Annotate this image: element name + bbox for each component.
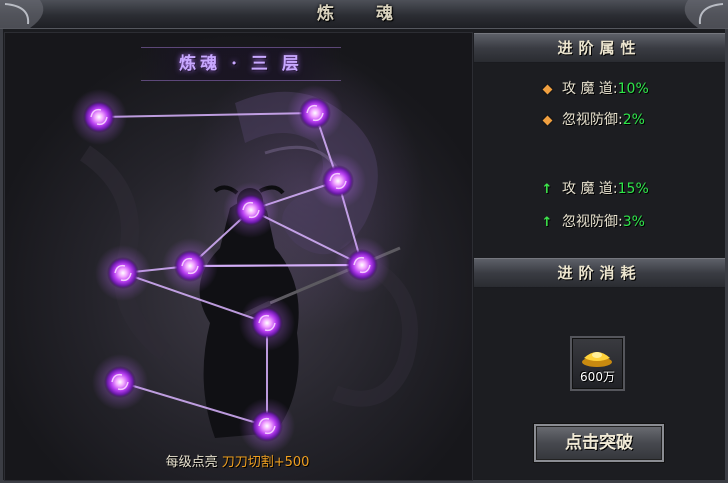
breakthrough-button[interactable]: 点击突破: [534, 424, 664, 462]
window-title: 炼 魂: [317, 4, 411, 24]
soul-node-graph: [71, 85, 390, 454]
soul-node[interactable]: [239, 295, 295, 351]
advance-cost-title: 进阶消耗: [557, 264, 642, 282]
side-panel: [474, 32, 725, 479]
orange-diamond-icon: [540, 110, 554, 130]
item-quantity: 600万: [580, 370, 615, 384]
soul-node[interactable]: [162, 238, 218, 294]
node-link: [98, 112, 316, 118]
orange-diamond-icon: [540, 79, 554, 99]
bonus-value: 刀刀切割+500: [221, 455, 310, 470]
soul-node[interactable]: [334, 237, 390, 293]
current-stat-attack: 攻 魔 道:10%: [540, 79, 649, 99]
current-stat-ignore-defense: 忽视防御:2%: [540, 110, 645, 130]
bonus-prefix: 每级点亮: [165, 455, 218, 470]
green-up-arrow-icon: ↑: [541, 215, 553, 230]
advance-cost-header: 进阶消耗: [474, 258, 725, 288]
soul-node[interactable]: [239, 398, 295, 454]
title-bar: 炼 魂: [0, 0, 728, 29]
level-bonus-text: 每级点亮 刀刀切割+500: [0, 452, 475, 474]
layer-banner: 炼魂 · 三 层: [141, 47, 341, 81]
next-stat-attack: ↑ 攻 魔 道:15%: [540, 179, 649, 199]
advance-attributes-header: 进阶属性: [474, 33, 725, 63]
soul-node[interactable]: [92, 354, 148, 410]
soul-node[interactable]: [95, 245, 151, 301]
next-stat-ignore-defense: ↑ 忽视防御:3%: [540, 212, 645, 232]
soul-node[interactable]: [71, 89, 127, 145]
soul-refine-panel: 炼魂 · 三 层: [4, 32, 473, 481]
layer-title: 炼魂 · 三 层: [179, 54, 303, 74]
soul-node[interactable]: [287, 85, 343, 141]
soul-node[interactable]: [223, 182, 279, 238]
cost-item-slot[interactable]: 600万: [570, 336, 625, 391]
soul-node[interactable]: [310, 153, 366, 209]
green-up-arrow-icon: ↑: [541, 182, 553, 197]
advance-attributes-title: 进阶属性: [557, 39, 642, 57]
